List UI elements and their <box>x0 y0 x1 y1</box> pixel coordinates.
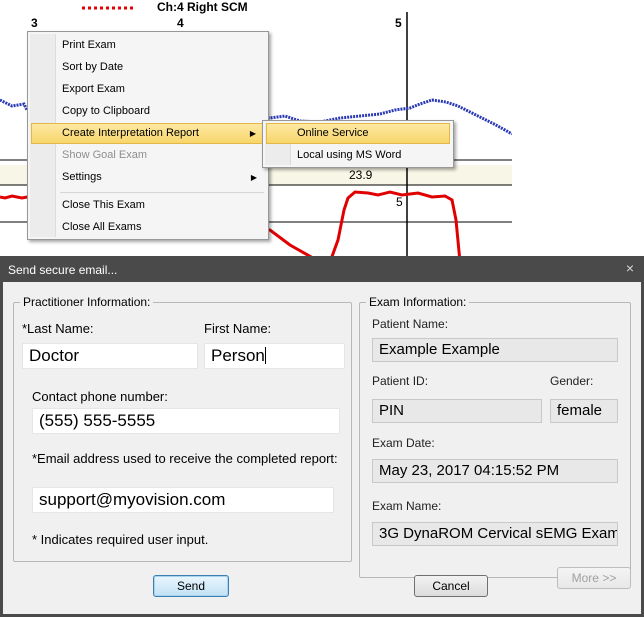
dialog-body: Practitioner Information: *Last Name: Fi… <box>3 282 641 614</box>
text-caret <box>264 347 266 364</box>
phone-label: Contact phone number: <box>32 389 168 404</box>
patient-id-field: PIN <box>372 399 542 423</box>
submenu-item-local-ms-word[interactable]: Local using MS Word <box>266 145 450 166</box>
exam-group: Exam Information: Patient Name: Example … <box>359 295 631 578</box>
x-tick-label: 4 <box>177 16 184 30</box>
submenu: Online Service Local using MS Word <box>262 120 454 168</box>
first-name-value: Person <box>211 346 265 365</box>
menu-separator <box>60 192 264 193</box>
menu-item-close-all-exams[interactable]: Close All Exams <box>31 217 265 238</box>
last-name-input[interactable]: Doctor <box>22 343 198 369</box>
send-button[interactable]: Send <box>153 575 229 597</box>
more-button: More >> <box>557 567 631 589</box>
gender-field: female <box>550 399 618 423</box>
menu-item-export-exam[interactable]: Export Exam <box>31 79 265 100</box>
x-tick-label: 5 <box>395 16 402 30</box>
menu-item-copy-to-clipboard[interactable]: Copy to Clipboard <box>31 101 265 122</box>
dialog-title: Send secure email... <box>8 263 118 277</box>
submenu-arrow-icon: ▶ <box>249 129 256 138</box>
menu-item-settings[interactable]: Settings ▶ <box>31 167 265 188</box>
email-input[interactable]: support@myovision.com <box>32 487 334 513</box>
exam-date-field: May 23, 2017 04:15:52 PM <box>372 459 618 483</box>
menu-item-sort-by-date[interactable]: Sort by Date <box>31 57 265 78</box>
menu-item-create-interpretation-report[interactable]: Create Interpretation Report ▶ <box>31 123 265 144</box>
practitioner-group: Practitioner Information: *Last Name: Fi… <box>13 295 352 562</box>
patient-name-label: Patient Name: <box>372 317 449 331</box>
submenu-item-online-service[interactable]: Online Service <box>266 123 450 144</box>
last-name-label: *Last Name: <box>22 321 94 336</box>
patient-id-label: Patient ID: <box>372 374 429 388</box>
first-name-label: First Name: <box>204 321 272 336</box>
cancel-button[interactable]: Cancel <box>414 575 488 597</box>
phone-input[interactable]: (555) 555-5555 <box>32 408 340 434</box>
close-icon[interactable]: × <box>626 260 634 276</box>
exam-name-label: Exam Name: <box>372 499 442 513</box>
gender-label: Gender: <box>550 374 594 388</box>
marker-label: 5 <box>396 195 403 209</box>
exam-legend: Exam Information: <box>366 295 470 309</box>
exam-date-label: Exam Date: <box>372 436 435 450</box>
send-email-dialog: Send secure email... × Practitioner Info… <box>0 256 644 617</box>
first-name-input[interactable]: Person <box>204 343 345 369</box>
patient-name-field: Example Example <box>372 338 618 362</box>
context-menu: Print Exam Sort by Date Export Exam Copy… <box>27 31 269 240</box>
required-note: * Indicates required user input. <box>32 532 209 547</box>
x-tick-label: 3 <box>31 16 38 30</box>
exam-name-field: 3G DynaROM Cervical sEMG Exam <box>372 522 618 546</box>
menu-item-show-goal-exam: Show Goal Exam <box>62 149 147 161</box>
value-label: 23.9 <box>349 168 373 182</box>
chart-title: Ch:4 Right SCM <box>157 0 248 14</box>
practitioner-legend: Practitioner Information: <box>20 295 154 309</box>
email-label: *Email address used to receive the compl… <box>32 451 338 466</box>
menu-item-close-this-exam[interactable]: Close This Exam <box>31 195 265 216</box>
dialog-titlebar[interactable]: Send secure email... × <box>0 256 644 282</box>
submenu-arrow-icon: ▶ <box>250 173 257 182</box>
menu-item-print-exam[interactable]: Print Exam <box>31 35 265 56</box>
